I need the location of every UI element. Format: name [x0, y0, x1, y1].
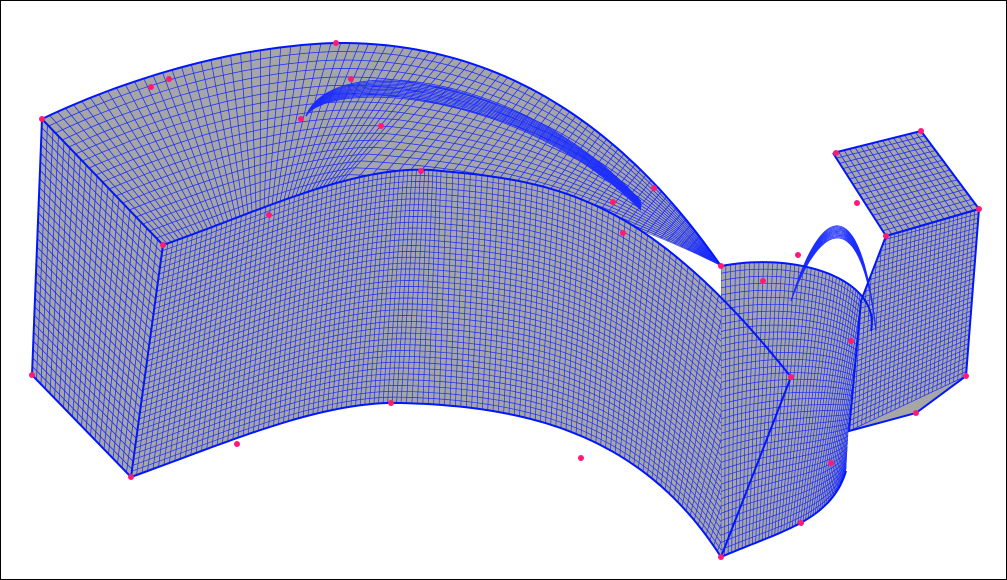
vertex-marker: [29, 372, 35, 378]
vertex-marker: [833, 150, 839, 156]
vertex-marker: [348, 76, 354, 82]
vertex-marker: [828, 460, 834, 466]
outlet-duct-face: [721, 262, 872, 557]
vertex-marker: [148, 84, 154, 90]
vertex-marker: [651, 185, 657, 191]
vertex-marker: [788, 374, 794, 380]
vertex-marker: [848, 338, 854, 344]
vertex-marker: [963, 373, 969, 379]
vertex-marker: [610, 199, 616, 205]
vertex-marker: [39, 116, 45, 122]
vertex-marker: [913, 410, 919, 416]
vertex-marker: [976, 206, 982, 212]
vertex-marker: [883, 233, 889, 239]
vertex-marker: [388, 400, 394, 406]
vertex-marker: [378, 123, 384, 129]
vertex-marker: [918, 128, 924, 134]
vertex-marker: [166, 76, 172, 82]
vertex-marker: [854, 200, 860, 206]
vertex-marker: [234, 441, 240, 447]
vertex-marker: [578, 455, 584, 461]
vertex-marker: [418, 168, 424, 174]
vertex-marker: [718, 263, 724, 269]
vertex-marker: [718, 554, 724, 560]
vertex-marker: [620, 230, 626, 236]
vertex-marker: [795, 252, 801, 258]
vertex-marker: [128, 474, 134, 480]
vertex-marker: [298, 116, 304, 122]
vertex-marker: [333, 40, 339, 46]
vertex-marker: [160, 242, 166, 248]
mesh-viewport[interactable]: [0, 0, 1007, 580]
vertex-marker: [266, 212, 272, 218]
turbomachinery-mesh-render[interactable]: [1, 1, 1006, 579]
vertex-marker: [798, 520, 804, 526]
vertex-marker: [760, 278, 766, 284]
outlet-block-side-face: [849, 209, 979, 431]
